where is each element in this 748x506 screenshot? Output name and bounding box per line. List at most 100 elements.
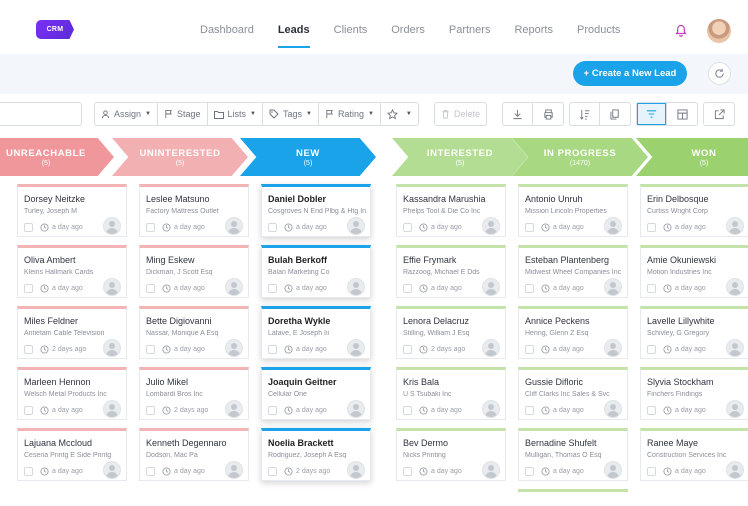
lead-card[interactable]: Esteban Plantenberg Midwest Wheel Compani… [518,245,628,298]
tags-dropdown[interactable]: Tags ▼ [263,103,319,125]
assignee-avatar[interactable] [604,400,622,418]
user-avatar[interactable] [707,19,731,43]
lead-checkbox[interactable] [268,345,277,354]
lead-name[interactable]: Effie Frymark [403,255,501,265]
crm-logo[interactable]: CRM [36,20,74,39]
lead-checkbox[interactable] [268,467,277,476]
print-button[interactable] [533,103,563,125]
stage-won[interactable]: WON (5) [636,138,748,176]
bell-icon[interactable] [675,24,687,37]
lead-checkbox[interactable] [268,223,277,232]
sort-button[interactable] [570,103,600,125]
lead-card[interactable]: Joaquin Geitner Cellular One a day ago [261,367,371,420]
assignee-avatar[interactable] [482,339,500,357]
lead-card[interactable]: Miles Feldner Antietam Cable Television 2 … [17,306,127,359]
lead-checkbox[interactable] [647,467,656,476]
lead-card[interactable]: Amie Okuniewski Motion Industries Inc a da… [640,245,748,298]
lead-card[interactable]: Leslee Matsuno Factory Mattress Outlet a d… [139,184,249,237]
lead-card[interactable]: Marleen Hennon Welsch Metal Products Inc a… [17,367,127,420]
refresh-button[interactable] [708,62,731,85]
lead-name[interactable]: Leslee Matsuno [146,194,244,204]
nav-products[interactable]: Products [577,0,620,54]
favorite-dropdown[interactable]: ▼ [381,103,418,125]
stage-in-progress[interactable]: IN PROGRESS (1470) [512,138,648,176]
lead-checkbox[interactable] [647,223,656,232]
lead-checkbox[interactable] [403,223,412,232]
lead-name[interactable]: Dorsey Neitzke [24,194,122,204]
lead-name[interactable]: Marleen Hennon [24,377,122,387]
lead-name[interactable]: Ming Eskew [146,255,244,265]
lead-checkbox[interactable] [525,284,534,293]
stage-interested[interactable]: INTERESTED (5) [392,138,528,176]
lead-checkbox[interactable] [24,284,33,293]
lead-name[interactable]: Kenneth Degennaro [146,438,244,448]
lead-card[interactable]: Kassandra Marushia Phelps Tool & Die Co I… [396,184,506,237]
assignee-avatar[interactable] [726,400,744,418]
kanban-view-button[interactable] [637,103,667,125]
assignee-avatar[interactable] [103,461,121,479]
lead-checkbox[interactable] [268,406,277,415]
assignee-avatar[interactable] [225,400,243,418]
lead-name[interactable]: Kassandra Marushia [403,194,501,204]
copy-button[interactable] [600,103,630,125]
lead-checkbox[interactable] [24,467,33,476]
lead-checkbox[interactable] [268,284,277,293]
lead-checkbox[interactable] [403,406,412,415]
assignee-avatar[interactable] [726,339,744,357]
search-input[interactable] [0,102,82,126]
lead-checkbox[interactable] [647,284,656,293]
lead-name[interactable]: Erin Delbosque [647,194,745,204]
lead-checkbox[interactable] [146,223,155,232]
delete-button[interactable]: Delete [435,103,486,125]
assignee-avatar[interactable] [103,278,121,296]
lead-checkbox[interactable] [647,406,656,415]
lead-name[interactable]: Miles Feldner [24,316,122,326]
lead-card[interactable]: Dorsey Neitzke Turley, Joseph M a day ago [17,184,127,237]
lead-name[interactable]: Slyvia Stockham [647,377,745,387]
lead-card[interactable]: Gussie Difloric Cliff Clarks Inc Sales & … [518,367,628,420]
lead-name[interactable]: Bette Digiovanni [146,316,244,326]
stage-unreachable[interactable]: UNREACHABLE (5) [0,138,114,176]
open-external-button[interactable] [704,103,734,125]
lead-name[interactable]: Julio Mikel [146,377,244,387]
stage-button[interactable]: Stage [158,103,208,125]
lead-card[interactable]: Ranee Maye Construction Services Inc a day… [640,428,748,481]
assignee-avatar[interactable] [482,461,500,479]
lead-name[interactable]: Ranee Maye [647,438,745,448]
lead-card[interactable]: Annice Peckens Hering, Glenn Z Esq a day a… [518,306,628,359]
stage-uninterested[interactable]: UNINTERESTED (5) [112,138,248,176]
lead-name[interactable]: Oliva Ambert [24,255,122,265]
assignee-avatar[interactable] [482,217,500,235]
lead-checkbox[interactable] [403,345,412,354]
lead-card[interactable]: Effie Frymark Razzoog, Michael E Dds a day… [396,245,506,298]
lead-name[interactable]: Bernadine Shufelt [525,438,623,448]
lead-checkbox[interactable] [146,284,155,293]
assignee-avatar[interactable] [726,461,744,479]
assignee-avatar[interactable] [347,339,365,357]
assignee-avatar[interactable] [482,400,500,418]
nav-partners[interactable]: Partners [449,0,491,54]
nav-reports[interactable]: Reports [514,0,553,54]
lists-dropdown[interactable]: Lists ▼ [208,103,263,125]
lead-checkbox[interactable] [525,223,534,232]
lead-card[interactable]: Doretha Wykle Lafave, E Joseph Iii a day a… [261,306,371,359]
lead-checkbox[interactable] [525,406,534,415]
lead-name[interactable]: Antonio Unruh [525,194,623,204]
lead-card[interactable]: Noelia Brackett Rodriguez, Joseph A Esq 2 … [261,428,371,481]
table-view-button[interactable] [667,103,697,125]
assignee-avatar[interactable] [103,217,121,235]
lead-card[interactable]: Bette Digiovanni Nassar, Monique A Esq a d… [139,306,249,359]
lead-name[interactable]: Lavelle Lillywhite [647,316,745,326]
lead-name[interactable]: Gussie Difloric [525,377,623,387]
nav-clients[interactable]: Clients [334,0,368,54]
lead-name[interactable]: Noelia Brackett [268,438,366,448]
lead-name[interactable]: Lenora Delacruz [403,316,501,326]
lead-name[interactable]: Doretha Wykle [268,316,366,326]
assignee-avatar[interactable] [347,400,365,418]
lead-card[interactable]: Slyvia Stockham Finchers Findings a day ag… [640,367,748,420]
assignee-avatar[interactable] [482,278,500,296]
download-button[interactable] [503,103,533,125]
lead-checkbox[interactable] [525,467,534,476]
nav-dashboard[interactable]: Dashboard [200,0,254,54]
lead-card[interactable]: Lavelle Lillywhite Schivley, G Gregory a d… [640,306,748,359]
